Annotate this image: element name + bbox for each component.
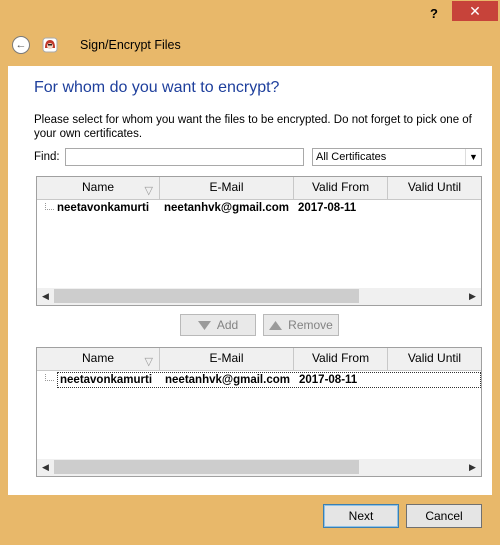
- column-header-valid-until[interactable]: Valid Until: [388, 177, 481, 199]
- page-description: Please select for whom you want the file…: [34, 114, 472, 140]
- tree-line: [45, 374, 54, 381]
- available-certificates-table[interactable]: Name ▽ E-Mail Valid From Valid Until nee…: [36, 176, 482, 306]
- table-row[interactable]: neetavonkamurti neetanhvk@gmail.com 2017…: [57, 372, 481, 388]
- cert-name: neetavonkamurti: [60, 374, 153, 386]
- wizard-title: Sign/Encrypt Files: [80, 38, 181, 52]
- column-header-email[interactable]: E-Mail: [160, 348, 294, 370]
- title-bar: ? ✕: [0, 0, 500, 30]
- column-header-email[interactable]: E-Mail: [160, 177, 294, 199]
- tree-line: [45, 203, 54, 210]
- column-header-valid-until[interactable]: Valid Until: [388, 348, 481, 370]
- cert-name: neetavonkamurti: [57, 202, 150, 214]
- chevron-down-icon[interactable]: ▼: [465, 149, 481, 165]
- remove-button[interactable]: Remove: [263, 314, 339, 336]
- next-button[interactable]: Next: [323, 504, 399, 528]
- column-header-name[interactable]: Name ▽: [37, 348, 160, 370]
- arrow-down-icon: [197, 320, 211, 330]
- arrow-up-icon: [269, 320, 283, 330]
- horizontal-scrollbar[interactable]: ◀ ▶: [37, 459, 481, 476]
- sort-indicator-icon: ▽: [144, 185, 153, 197]
- add-label: Add: [216, 318, 239, 332]
- table-row[interactable]: neetavonkamurti neetanhvk@gmail.com 2017…: [37, 201, 481, 217]
- find-input[interactable]: [65, 148, 304, 166]
- horizontal-scrollbar[interactable]: ◀ ▶: [37, 288, 481, 305]
- kleopatra-app-icon: [42, 37, 58, 53]
- remove-label: Remove: [288, 318, 333, 332]
- page-heading: For whom do you want to encrypt?: [34, 79, 280, 96]
- table-header: Name ▽ E-Mail Valid From Valid Until: [37, 177, 481, 200]
- table-header: Name ▽ E-Mail Valid From Valid Until: [37, 348, 481, 371]
- cert-email: neetanhvk@gmail.com: [164, 202, 289, 214]
- add-button[interactable]: Add: [180, 314, 256, 336]
- scroll-right-icon[interactable]: ▶: [464, 459, 481, 476]
- wizard-window: ? ✕ ← Sign/Encrypt Files For whom do you…: [0, 0, 500, 545]
- wizard-footer: Next Cancel: [0, 496, 500, 545]
- scrollbar-thumb[interactable]: [54, 289, 359, 303]
- scroll-right-icon[interactable]: ▶: [464, 288, 481, 305]
- cert-valid-from: 2017-08-11: [299, 374, 358, 386]
- cert-valid-from: 2017-08-11: [298, 202, 357, 214]
- scroll-left-icon[interactable]: ◀: [37, 288, 54, 305]
- cancel-button[interactable]: Cancel: [406, 504, 482, 528]
- sort-indicator-icon: ▽: [144, 356, 153, 368]
- scrollbar-thumb[interactable]: [54, 460, 359, 474]
- certificate-filter-select[interactable]: All Certificates ▼: [312, 148, 482, 166]
- column-header-valid-from[interactable]: Valid From: [294, 177, 388, 199]
- scroll-left-icon[interactable]: ◀: [37, 459, 54, 476]
- certificate-filter-value: All Certificates: [316, 151, 387, 163]
- close-button[interactable]: ✕: [452, 1, 498, 21]
- column-header-name[interactable]: Name ▽: [37, 177, 160, 199]
- wizard-page: For whom do you want to encrypt? Please …: [8, 66, 492, 495]
- find-label: Find:: [34, 151, 60, 163]
- help-button[interactable]: ?: [420, 2, 448, 24]
- back-arrow-icon[interactable]: ←: [12, 36, 30, 54]
- wizard-header: ← Sign/Encrypt Files: [8, 30, 492, 62]
- selected-recipients-table[interactable]: Name ▽ E-Mail Valid From Valid Until nee…: [36, 347, 482, 477]
- column-header-valid-from[interactable]: Valid From: [294, 348, 388, 370]
- cert-email: neetanhvk@gmail.com: [165, 374, 290, 386]
